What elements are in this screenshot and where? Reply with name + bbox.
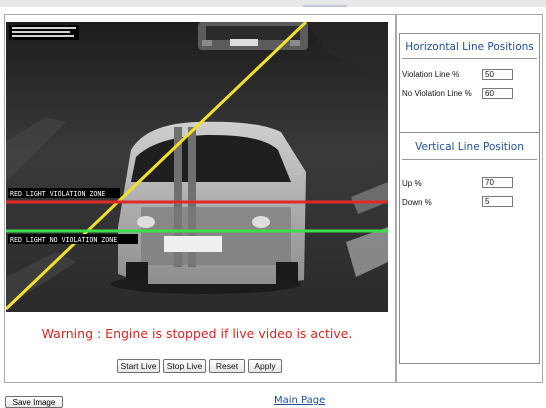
warning-message: Warning : Engine is stopped if live vide… bbox=[41, 326, 353, 341]
reset-button[interactable]: Reset bbox=[209, 359, 245, 373]
camera-image: RED LIGHT VIOLATION ZONE RED LIGHT NO VI… bbox=[6, 22, 388, 312]
top-bar bbox=[0, 0, 546, 7]
no-violation-zone-label: RED LIGHT NO VIOLATION ZONE bbox=[10, 236, 117, 244]
vertical-divider bbox=[402, 159, 537, 160]
horizontal-title: Horizontal Line Positions bbox=[405, 41, 534, 53]
horizontal-settings-box: Horizontal Line Positions Violation Line… bbox=[399, 33, 540, 139]
no-violation-line-label: No Violation Line % bbox=[402, 89, 472, 98]
main-car bbox=[111, 121, 306, 294]
start-live-button[interactable]: Start Live bbox=[117, 359, 160, 373]
main-page-link[interactable]: Main Page bbox=[274, 395, 325, 406]
violation-line-input[interactable] bbox=[482, 69, 513, 80]
vertical-settings-box: Vertical Line Position Up % Down % bbox=[399, 132, 540, 364]
up-input[interactable] bbox=[482, 177, 513, 188]
violation-line-label: Violation Line % bbox=[402, 70, 460, 79]
down-label: Down % bbox=[402, 198, 432, 207]
horizontal-divider bbox=[402, 58, 537, 59]
no-violation-line-input[interactable] bbox=[482, 88, 513, 99]
stop-live-button[interactable]: Stop Live bbox=[163, 359, 206, 373]
camera-view: RED LIGHT VIOLATION ZONE RED LIGHT NO VI… bbox=[6, 22, 388, 312]
down-input[interactable] bbox=[482, 196, 513, 207]
vertical-title: Vertical Line Position bbox=[415, 141, 524, 153]
top-bar-marker bbox=[303, 5, 347, 7]
save-image-button[interactable]: Save Image bbox=[5, 396, 63, 408]
apply-button[interactable]: Apply bbox=[248, 359, 282, 373]
violation-zone-label: RED LIGHT VIOLATION ZONE bbox=[10, 190, 105, 198]
up-label: Up % bbox=[402, 179, 422, 188]
settings-panel: Horizontal Line Positions Violation Line… bbox=[396, 14, 543, 383]
